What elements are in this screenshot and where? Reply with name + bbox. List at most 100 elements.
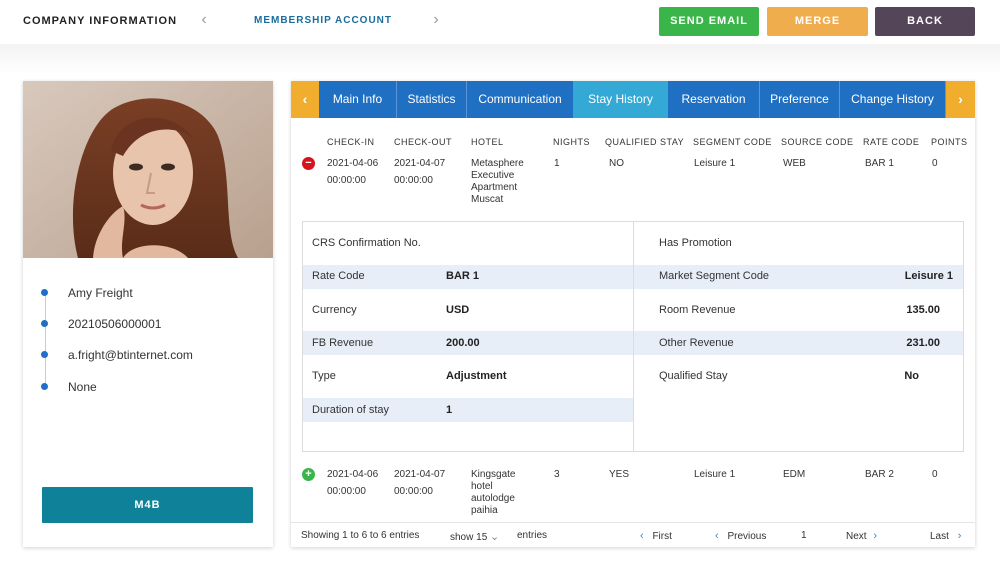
details-divider (633, 222, 634, 451)
col-hotel: HOTEL (471, 137, 504, 147)
profile-photo (23, 81, 273, 258)
chevron-left-icon: ‹ (715, 530, 719, 542)
timeline-dot-icon (41, 383, 48, 390)
row-checkout-date: 2021-04-07 (394, 158, 446, 169)
row-hotel-line: Kingsgate (471, 469, 516, 480)
breadcrumb-section[interactable]: COMPANY INFORMATION (23, 15, 177, 27)
row-segment: Leisure 1 (694, 158, 736, 169)
detail-value: 231.00 (906, 337, 940, 349)
tab-scroll-left-icon[interactable]: ‹ (291, 81, 319, 118)
detail-label: Rate Code (312, 270, 365, 282)
detail-value: 1 (446, 404, 453, 416)
col-rate-code: RATE CODE (863, 137, 920, 147)
col-segment-code: SEGMENT CODE (693, 137, 772, 147)
detail-label: Qualified Stay (659, 370, 728, 382)
detail-value: 135.00 (906, 304, 940, 316)
tab-statistics[interactable]: Statistics (397, 81, 467, 118)
row-checkout-date: 2021-04-07 (394, 469, 446, 480)
collapse-row-icon[interactable]: − (302, 157, 315, 170)
row-hotel-line: Apartment (471, 182, 518, 193)
first-page-link[interactable]: ‹ First (640, 530, 672, 542)
last-label: Last (930, 531, 949, 542)
portrait-image (23, 81, 273, 258)
current-page[interactable]: 1 (801, 530, 807, 541)
chevron-right-icon[interactable]: › (429, 11, 443, 29)
detail-value: 200.00 (446, 337, 480, 349)
detail-label: FB Revenue (312, 337, 374, 349)
chevron-down-icon[interactable]: ⌄ (490, 531, 499, 543)
col-checkout: CHECK-OUT (394, 137, 452, 147)
stay-history-panel: ‹ Main Info Statistics Communication Sta… (291, 81, 975, 547)
page-size-select[interactable]: show 15 ⌄ (450, 530, 499, 543)
tab-stay-history[interactable]: Stay History (574, 81, 668, 118)
row-hotel-line: autolodge (471, 493, 515, 504)
row-points: 0 (932, 469, 938, 480)
tab-preference[interactable]: Preference (760, 81, 840, 118)
detail-value: No (904, 370, 919, 382)
entries-label: entries (517, 530, 548, 541)
row-checkout-time: 00:00:00 (394, 175, 433, 186)
row-hotel-line: hotel (471, 481, 493, 492)
row-hotel-line: Muscat (471, 194, 504, 205)
row-nights: 3 (554, 469, 560, 480)
row-rate: BAR 2 (865, 469, 894, 480)
next-label: Next (846, 531, 867, 542)
tab-communication[interactable]: Communication (467, 81, 574, 118)
col-checkin: CHECK-IN (327, 137, 375, 147)
top-bar: COMPANY INFORMATION ‹ MEMBERSHIP ACCOUNT… (0, 0, 1000, 44)
detail-label: Duration of stay (312, 404, 390, 416)
detail-label: Has Promotion (659, 237, 732, 249)
detail-label: Room Revenue (659, 304, 736, 316)
profile-card: Amy Freight 20210506000001 a.fright@btin… (23, 81, 273, 547)
row-rate: BAR 1 (865, 158, 894, 169)
detail-label: Other Revenue (659, 337, 734, 349)
previous-page-link[interactable]: ‹ Previous (715, 530, 766, 542)
timeline-dot-icon (41, 351, 48, 358)
row-qualified: YES (609, 469, 630, 480)
profile-member-id: 20210506000001 (68, 317, 162, 331)
tab-bar: ‹ Main Info Statistics Communication Sta… (291, 81, 975, 118)
row-qualified: NO (609, 158, 624, 169)
chevron-right-icon: › (957, 530, 962, 542)
expand-row-icon[interactable]: + (302, 468, 315, 481)
last-page-link[interactable]: Last › (930, 530, 961, 542)
row-hotel-line: paihia (471, 505, 498, 516)
next-page-link[interactable]: Next › (846, 530, 877, 542)
row-source: EDM (783, 469, 806, 480)
profile-name: Amy Freight (68, 286, 133, 300)
profile-extra: None (68, 380, 97, 394)
tab-change-history[interactable]: Change History (840, 81, 946, 118)
detail-value: USD (446, 304, 470, 316)
chevron-left-icon: ‹ (640, 530, 644, 542)
chevron-left-icon[interactable]: ‹ (197, 11, 211, 29)
row-checkin-time: 00:00:00 (327, 175, 366, 186)
timeline-line (45, 291, 46, 388)
row-checkout-time: 00:00:00 (394, 486, 433, 497)
stay-details: CRS Confirmation No. Rate Code BAR 1 Cur… (302, 221, 964, 452)
previous-label: Previous (727, 531, 767, 542)
entries-summary: Showing 1 to 6 to 6 entries (301, 530, 420, 541)
row-hotel-line: Metasphere (471, 158, 524, 169)
detail-label: Market Segment Code (659, 270, 770, 282)
breadcrumb-current[interactable]: MEMBERSHIP ACCOUNT (254, 15, 392, 26)
row-checkin-date: 2021-04-06 (327, 158, 379, 169)
col-nights: NIGHTS (553, 137, 591, 147)
tab-main-info[interactable]: Main Info (319, 81, 397, 118)
detail-label: Type (312, 370, 336, 382)
col-qualified-stay: QUALIFIED STAY (605, 137, 685, 147)
detail-label: Currency (312, 304, 357, 316)
col-points: POINTS (931, 137, 968, 147)
back-button[interactable]: BACK (875, 7, 975, 36)
send-email-button[interactable]: SEND EMAIL (659, 7, 759, 36)
detail-value: Leisure 1 (904, 270, 953, 282)
row-checkin-date: 2021-04-06 (327, 469, 379, 480)
page-size-value[interactable]: 15 (476, 532, 487, 543)
merge-button[interactable]: MERGE (767, 7, 868, 36)
m4b-button[interactable]: M4B (42, 487, 253, 523)
pagination-bar: Showing 1 to 6 to 6 entries show 15 ⌄ en… (291, 522, 975, 547)
row-source: WEB (783, 158, 806, 169)
tab-scroll-right-icon[interactable]: › (946, 81, 975, 118)
row-checkin-time: 00:00:00 (327, 486, 366, 497)
tab-reservation[interactable]: Reservation (668, 81, 760, 118)
row-points: 0 (932, 158, 938, 169)
